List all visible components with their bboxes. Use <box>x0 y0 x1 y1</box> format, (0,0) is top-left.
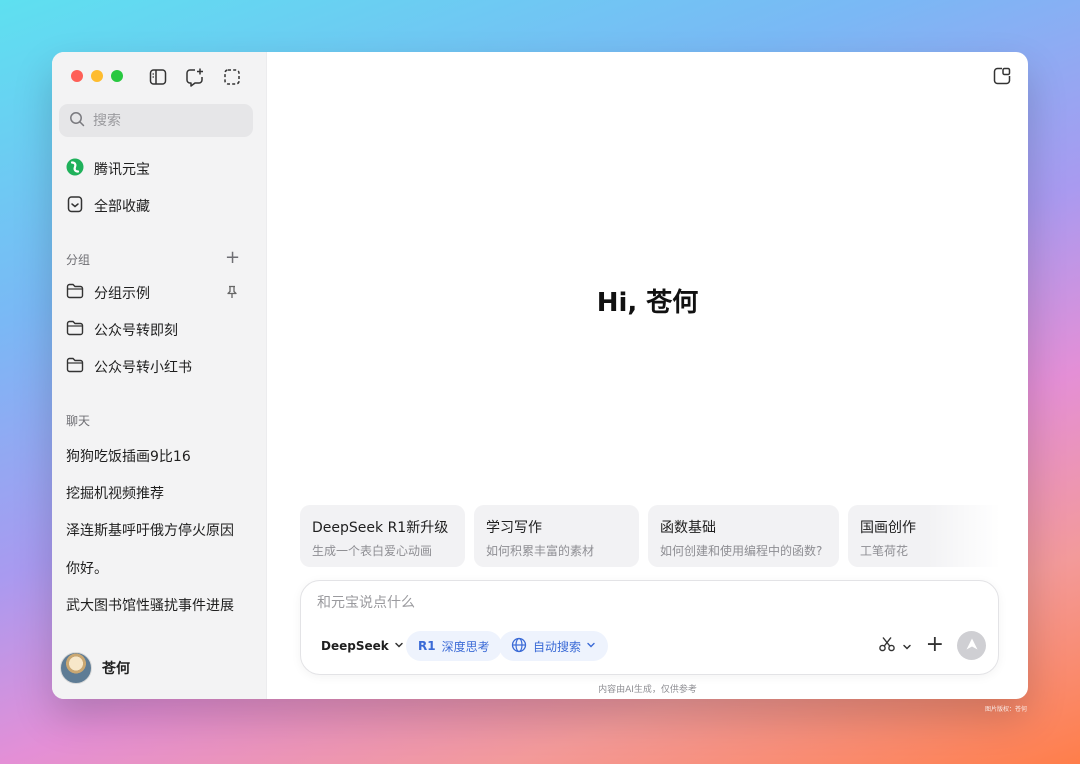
card-subtitle: 工笔荷花 <box>860 544 909 558</box>
model-selector[interactable]: DeepSeek <box>321 631 404 661</box>
deep-think-label: 深度思考 <box>441 639 490 654</box>
card-subtitle: 生成一个表白爱心动画 <box>312 544 433 558</box>
chat-item[interactable]: 狗狗吃饭插画9比16 <box>66 446 191 466</box>
card-title: 学习写作 <box>486 520 542 536</box>
chat-item[interactable]: 武大图书馆性骚扰事件进展 <box>66 595 234 615</box>
nav-item-yuanbao[interactable]: 腾讯元宝 <box>66 155 150 183</box>
send-icon <box>965 636 979 655</box>
close-window-button[interactable] <box>71 70 83 82</box>
group-item[interactable]: 分组示例 <box>66 279 241 307</box>
globe-icon <box>511 637 527 656</box>
chevron-down-icon <box>902 637 912 656</box>
chats-section-title: 聊天 <box>66 414 91 428</box>
screenshot-tool-button[interactable] <box>878 635 912 657</box>
main-panel: Hi, 苍何 DeepSeek R1新升级 生成一个表白爱心动画 学习写作 如何… <box>267 52 1028 699</box>
chat-item[interactable]: 你好。 <box>66 558 108 578</box>
group-item[interactable]: 公众号转小红书 <box>66 353 192 381</box>
chevron-down-icon <box>586 639 596 653</box>
folder-icon <box>66 320 84 340</box>
suggestion-card[interactable]: 国画创作 工笔荷花 <box>848 505 1000 567</box>
nav-item-favorites[interactable]: 全部收藏 <box>66 192 150 220</box>
search-box[interactable] <box>59 104 253 137</box>
search-icon <box>69 111 85 131</box>
suggestion-card[interactable]: DeepSeek R1新升级 生成一个表白爱心动画 <box>300 505 465 567</box>
group-item-label: 公众号转即刻 <box>94 323 178 339</box>
nav-item-label: 全部收藏 <box>94 199 150 215</box>
pin-icon[interactable] <box>225 285 239 303</box>
send-button[interactable] <box>957 631 986 660</box>
user-profile[interactable]: 苍何 <box>60 652 130 684</box>
group-item-label: 公众号转小红书 <box>94 360 192 376</box>
sidebar: 腾讯元宝 全部收藏 分组 + 分组示例 公众号转即刻 <box>52 52 267 699</box>
chevron-down-icon <box>394 639 404 653</box>
sidebar-toolbar <box>147 66 243 88</box>
group-item-label: 分组示例 <box>94 286 150 302</box>
new-window-icon[interactable] <box>992 66 1012 90</box>
app-window: 腾讯元宝 全部收藏 分组 + 分组示例 公众号转即刻 <box>52 52 1028 699</box>
folder-icon <box>66 357 84 377</box>
message-input[interactable] <box>317 595 917 611</box>
greeting-title: Hi, 苍何 <box>596 288 699 318</box>
suggestion-card[interactable]: 函数基础 如何创建和使用编程中的函数? <box>648 505 839 567</box>
window-controls <box>71 70 123 82</box>
new-chat-icon[interactable] <box>184 66 206 88</box>
card-subtitle: 如何积累丰富的素材 <box>486 544 595 558</box>
card-title: 国画创作 <box>860 520 916 536</box>
groups-section-title: 分组 <box>66 253 91 267</box>
minimize-window-button[interactable] <box>91 70 103 82</box>
toggle-sidebar-icon[interactable] <box>147 66 169 88</box>
nav-item-label: 腾讯元宝 <box>94 162 150 178</box>
suggestion-card[interactable]: 学习写作 如何积累丰富的素材 <box>474 505 639 567</box>
card-title: 函数基础 <box>660 520 716 536</box>
card-subtitle: 如何创建和使用编程中的函数? <box>660 544 823 558</box>
group-item[interactable]: 公众号转即刻 <box>66 316 178 344</box>
avatar <box>60 652 92 684</box>
add-group-button[interactable]: + <box>225 249 240 267</box>
search-input[interactable] <box>93 112 243 129</box>
maximize-window-button[interactable] <box>111 70 123 82</box>
folder-icon <box>66 283 84 303</box>
copyright-watermark: 图片版权：苍何 <box>985 706 1028 713</box>
r1-icon: R1 <box>418 639 436 653</box>
chat-item[interactable]: 泽连斯基呼吁俄方停火原因 <box>66 520 234 540</box>
model-label: DeepSeek <box>321 639 389 653</box>
deep-think-toggle[interactable]: R1 深度思考 <box>406 631 502 661</box>
ai-disclaimer: 内容由AI生成，仅供参考 <box>598 685 697 695</box>
yuanbao-logo-icon <box>66 158 84 180</box>
add-attachment-button[interactable]: + <box>926 633 944 657</box>
bookmark-icon <box>66 195 84 217</box>
chat-item[interactable]: 挖掘机视频推荐 <box>66 483 164 503</box>
scissors-icon <box>878 635 896 657</box>
card-title: DeepSeek R1新升级 <box>312 520 449 536</box>
screenshot-icon[interactable] <box>221 66 243 88</box>
auto-search-label: 自动搜索 <box>533 639 582 654</box>
user-name: 苍何 <box>102 661 130 677</box>
message-composer: DeepSeek R1 深度思考 自动搜索 <box>300 580 999 675</box>
auto-search-toggle[interactable]: 自动搜索 <box>499 631 609 661</box>
suggestion-cards: DeepSeek R1新升级 生成一个表白爱心动画 学习写作 如何积累丰富的素材… <box>300 505 1000 568</box>
